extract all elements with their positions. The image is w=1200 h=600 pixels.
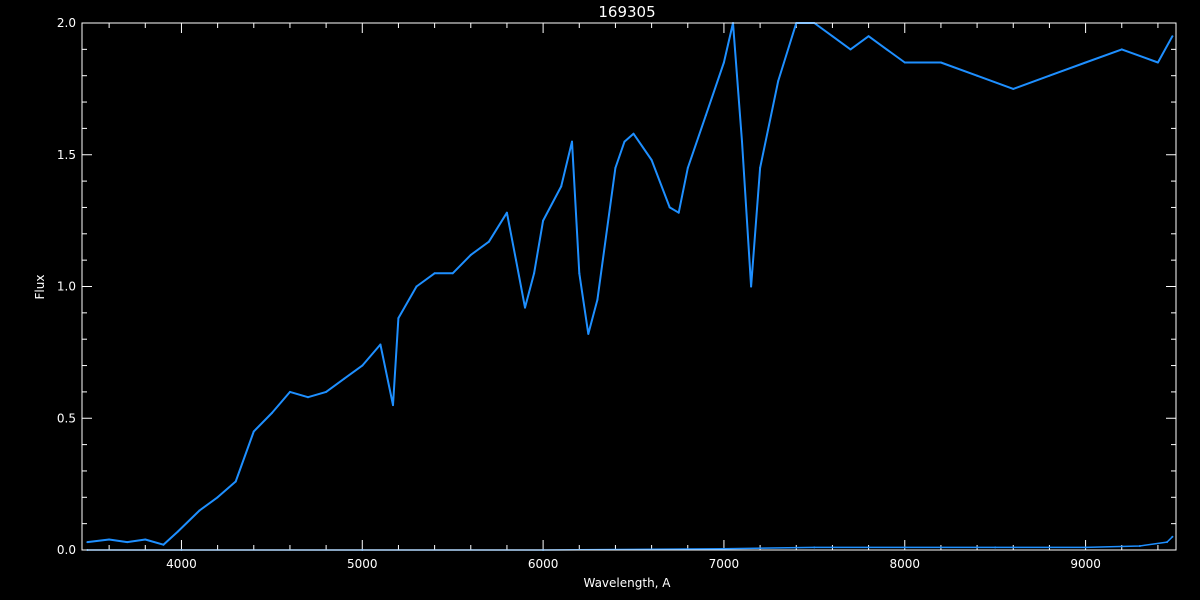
flux-data-point xyxy=(392,404,394,407)
flux-data-point xyxy=(162,543,165,546)
flux-data-point xyxy=(469,253,472,256)
flux-data-point xyxy=(677,211,680,214)
flux-data-point xyxy=(451,272,454,275)
y-tick-label: 1.0 xyxy=(57,280,76,294)
flux-data-point xyxy=(126,541,129,544)
y-axis-label: Flux xyxy=(33,275,47,300)
x-tick-label: 8000 xyxy=(889,557,920,571)
flux-data-point xyxy=(686,166,689,169)
error-data-point xyxy=(722,547,725,550)
flux-data-point xyxy=(270,412,273,414)
flux-data-point xyxy=(542,219,545,222)
flux-data-point xyxy=(487,240,490,243)
flux-data-point xyxy=(632,132,635,135)
error-data-point xyxy=(994,546,997,549)
error-data-point xyxy=(903,546,906,549)
flux-data-point xyxy=(939,61,942,64)
flux-data-point xyxy=(722,61,725,64)
flux-data-point xyxy=(623,140,626,143)
flux-data-point xyxy=(415,285,418,288)
flux-data-point xyxy=(433,272,436,275)
x-tick-label: 7000 xyxy=(709,557,740,571)
flux-data-point xyxy=(614,166,617,169)
flux-data-point xyxy=(759,166,762,169)
chart-title: 169305 xyxy=(598,3,655,21)
flux-data-point xyxy=(668,206,671,209)
flux-data-point xyxy=(704,114,707,117)
flux-data-point xyxy=(505,211,508,214)
x-tick-label: 9000 xyxy=(1070,557,1101,571)
y-tick-label: 0.0 xyxy=(57,543,76,557)
x-tick-label: 4000 xyxy=(166,557,197,571)
error-data-point xyxy=(813,546,816,549)
flux-data-point xyxy=(741,140,743,143)
flux-data-point xyxy=(1048,74,1051,77)
flux-data-point xyxy=(650,159,653,161)
series-layer xyxy=(86,22,1174,551)
flux-data-point xyxy=(343,377,346,380)
flux-data-point xyxy=(596,298,599,301)
error-data-point xyxy=(1166,541,1168,544)
flux-data-point xyxy=(234,480,237,483)
y-tick-label: 1.5 xyxy=(57,148,76,162)
flux-data-point xyxy=(307,396,309,399)
x-axis-label: Wavelength, A xyxy=(583,576,671,590)
flux-data-point xyxy=(524,306,526,309)
flux-data-point xyxy=(108,538,111,541)
flux-data-point xyxy=(1156,61,1159,64)
y-tick-label: 0.5 xyxy=(57,411,76,425)
flux-data-point xyxy=(571,140,573,143)
y-tick-label: 2.0 xyxy=(57,16,76,30)
flux-data-point xyxy=(1012,87,1015,90)
flux-spectrum-line xyxy=(87,22,1174,546)
flux-data-point xyxy=(587,332,590,335)
flux-data-point xyxy=(216,496,219,499)
flux-data-point xyxy=(379,343,382,346)
x-tick-label: 6000 xyxy=(528,557,559,571)
flux-data-point xyxy=(831,35,834,38)
x-axis: 4000 5000 6000 7000 8000 9000 xyxy=(108,23,1159,571)
flux-data-point xyxy=(533,272,536,275)
flux-data-point xyxy=(867,35,870,38)
flux-data-point xyxy=(578,272,581,275)
flux-data-point xyxy=(86,541,89,544)
error-data-point xyxy=(1138,545,1141,547)
flux-data-point xyxy=(397,317,400,320)
flux-data-point xyxy=(777,80,780,82)
flux-data-point xyxy=(176,530,179,533)
flux-data-point xyxy=(1120,48,1123,51)
error-data-point xyxy=(1084,546,1087,549)
flux-data-point xyxy=(252,430,255,433)
flux-data-point xyxy=(198,509,201,512)
flux-data-point xyxy=(1084,61,1087,64)
flux-data-point xyxy=(976,74,979,77)
flux-data-point xyxy=(515,259,517,262)
x-tick-label: 5000 xyxy=(347,557,378,571)
error-data-point xyxy=(1171,535,1174,538)
flux-data-point xyxy=(1171,35,1174,38)
y-axis: 0.0 0.5 1.0 1.5 2.0 xyxy=(57,16,1176,557)
flux-data-point xyxy=(325,390,328,393)
plot-frame xyxy=(81,22,1177,551)
flux-data-point xyxy=(903,61,906,64)
error-spectrum-line xyxy=(87,536,1173,551)
spectrum-plot: 169305 0.0 0.5 1.0 1.5 2.0 4000 5000 6000 7000 8… xyxy=(33,3,1177,590)
flux-data-point xyxy=(289,390,291,393)
flux-data-point xyxy=(849,48,852,51)
flux-data-point xyxy=(750,285,753,288)
flux-data-point xyxy=(560,185,563,188)
flux-data-point xyxy=(885,48,888,51)
flux-data-point xyxy=(361,364,364,367)
flux-data-point xyxy=(144,538,147,541)
